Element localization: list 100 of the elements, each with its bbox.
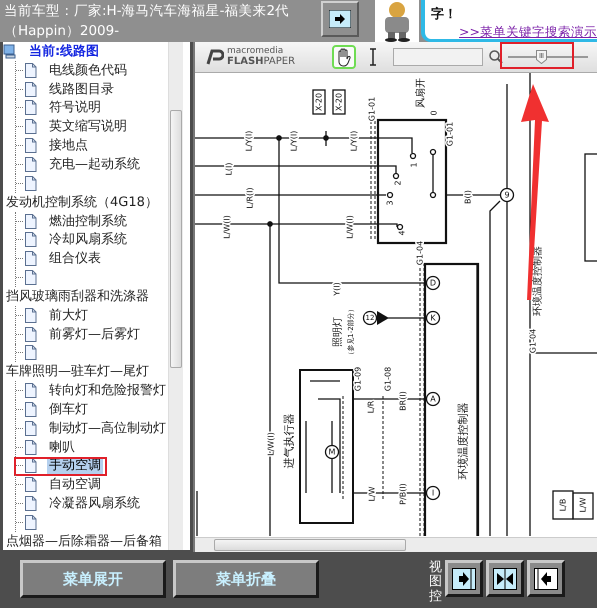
diagram-label: X-20 bbox=[334, 92, 344, 112]
tree-item[interactable]: 接地点 bbox=[47, 137, 90, 154]
tree-item[interactable]: 组合仪表 bbox=[47, 250, 103, 268]
view-button[interactable] bbox=[486, 560, 524, 597]
tree-item[interactable]: 前雾灯—后雾灯 bbox=[47, 326, 142, 343]
diagram-label: G1-01 bbox=[368, 96, 376, 122]
diagram-label: L/W(I) bbox=[266, 432, 276, 456]
view-button[interactable] bbox=[527, 560, 565, 597]
diagram-label: 风扇开 bbox=[416, 78, 426, 108]
pin-circle bbox=[426, 276, 440, 290]
document-icon bbox=[24, 383, 37, 398]
diagram-label: 进气执行器 bbox=[282, 414, 296, 468]
tree-item[interactable]: 挡风玻璃雨刮器和洗涤器 bbox=[4, 288, 151, 305]
search-icon[interactable] bbox=[489, 50, 503, 64]
diagram-label: D bbox=[430, 278, 436, 288]
diagram-label: L/Y(I) bbox=[290, 130, 298, 152]
pin-circle bbox=[500, 188, 514, 202]
tree-item[interactable]: 符号说明 bbox=[47, 99, 103, 116]
tree-item[interactable]: 转向灯和危险报警灯 bbox=[47, 382, 168, 400]
view-control-label: 视图控 bbox=[429, 561, 442, 606]
lamp-symbol bbox=[377, 311, 389, 325]
tree-item[interactable]: 电线颜色代码 bbox=[47, 62, 129, 79]
next-button[interactable] bbox=[320, 1, 360, 37]
diagram-label: I bbox=[432, 488, 434, 498]
document-icon bbox=[24, 308, 37, 323]
scroll-thumb[interactable] bbox=[170, 110, 182, 368]
panel-left-icon bbox=[534, 568, 558, 590]
document-icon bbox=[24, 119, 37, 134]
vertical-scrollbar[interactable] bbox=[168, 42, 183, 550]
tree-item[interactable]: 倒车灯 bbox=[47, 400, 90, 418]
tree-item[interactable]: 点烟器—后除霜器—后备箱 bbox=[4, 532, 164, 550]
tree-item[interactable]: 线路图目录 bbox=[47, 80, 116, 98]
document-icon bbox=[24, 477, 37, 492]
diagram-label: L/R(I) bbox=[246, 187, 254, 209]
diagram-label: L/R bbox=[366, 400, 376, 414]
tree-item[interactable]: 前大灯 bbox=[47, 306, 90, 324]
search-field[interactable] bbox=[393, 48, 483, 66]
diagram-label: B(I) bbox=[464, 190, 472, 204]
diagram-label: BR(I) bbox=[398, 391, 408, 411]
tree-item[interactable]: 发动机控制系统（4G18） bbox=[4, 194, 160, 211]
diagram-label: 9 bbox=[504, 190, 510, 200]
scroll-thumb[interactable] bbox=[214, 539, 406, 551]
document-icon bbox=[24, 156, 37, 172]
tree-item[interactable]: 喇叭 bbox=[47, 438, 77, 456]
diagram-label: G1-09 bbox=[354, 366, 362, 392]
diagram-label: L/W bbox=[368, 486, 376, 502]
document-icon bbox=[24, 100, 37, 116]
pin-circle bbox=[362, 310, 378, 326]
slider-thumb[interactable] bbox=[536, 49, 547, 63]
tree-item[interactable]: 冷凝器风扇系统 bbox=[47, 495, 142, 512]
diagram-label: 3 bbox=[386, 200, 394, 206]
document-icon bbox=[24, 440, 37, 455]
pin-circle bbox=[426, 392, 440, 406]
panel-right-icon bbox=[452, 568, 476, 590]
diagram-label: L/W(I) bbox=[222, 215, 232, 239]
tree-item[interactable]: 车牌照明—驻车灯—尾灯 bbox=[4, 363, 151, 380]
diagram-label: G1-08 bbox=[384, 366, 392, 392]
document-icon bbox=[24, 270, 37, 286]
tree-item[interactable]: 自动空调 bbox=[47, 476, 103, 494]
diagram-label: 环境温度控制器 bbox=[456, 402, 470, 480]
document-icon bbox=[24, 515, 37, 530]
tree-item[interactable]: 英文缩写说明 bbox=[47, 118, 129, 136]
computer-icon bbox=[3, 44, 17, 59]
view-button[interactable] bbox=[445, 560, 483, 597]
tree-item[interactable]: 当前:线路图 bbox=[27, 42, 102, 60]
diagram-label: L/W bbox=[578, 497, 588, 513]
document-icon bbox=[24, 232, 37, 248]
pin-circle bbox=[324, 444, 340, 460]
logo-text: macromedia bbox=[227, 47, 284, 56]
diagram-label: A bbox=[430, 394, 436, 404]
diagram-label: 照明灯 bbox=[332, 317, 344, 347]
document-icon bbox=[24, 82, 37, 97]
document-icon bbox=[24, 458, 37, 474]
tree-item[interactable]: 冷却风扇系统 bbox=[47, 231, 129, 248]
diagram-label: G1-04 bbox=[528, 328, 538, 354]
diagram-label: L/W(I) bbox=[346, 215, 354, 239]
right-arrow-icon bbox=[328, 10, 351, 28]
diagram-label: K bbox=[430, 314, 436, 322]
document-icon bbox=[24, 345, 37, 360]
hand-tool-button[interactable] bbox=[332, 45, 356, 69]
document-icon bbox=[24, 496, 37, 512]
diagram-label: L/Y(I) bbox=[244, 130, 254, 152]
diagram-label: M bbox=[328, 448, 336, 456]
diagram-label: 2 bbox=[394, 180, 402, 186]
pin-circle bbox=[426, 310, 440, 326]
diagram-label: X-20 bbox=[314, 92, 324, 112]
document-icon bbox=[24, 326, 37, 342]
search-demo-link[interactable]: >>菜单关键字搜索演示 bbox=[459, 24, 597, 41]
diagram-label: L(I) bbox=[224, 162, 234, 176]
tree-item[interactable]: 充电—起动系统 bbox=[47, 156, 142, 173]
document-icon bbox=[24, 402, 37, 417]
diagram-label: L/Y(I) bbox=[350, 130, 358, 152]
document-icon bbox=[24, 62, 37, 78]
car-model-title: 当前车型：厂家:H-海马汽车海福星-福美来2代（Happin）2009- bbox=[3, 2, 290, 41]
logo-icon bbox=[204, 49, 224, 65]
diagram-label: 0 bbox=[430, 110, 438, 116]
tree-item[interactable]: 燃油控制系统 bbox=[47, 212, 129, 230]
horizontal-scrollbar[interactable] bbox=[195, 537, 597, 552]
document-icon bbox=[24, 176, 37, 191]
tree-item[interactable]: 制动灯—高位制动灯 bbox=[47, 420, 168, 437]
